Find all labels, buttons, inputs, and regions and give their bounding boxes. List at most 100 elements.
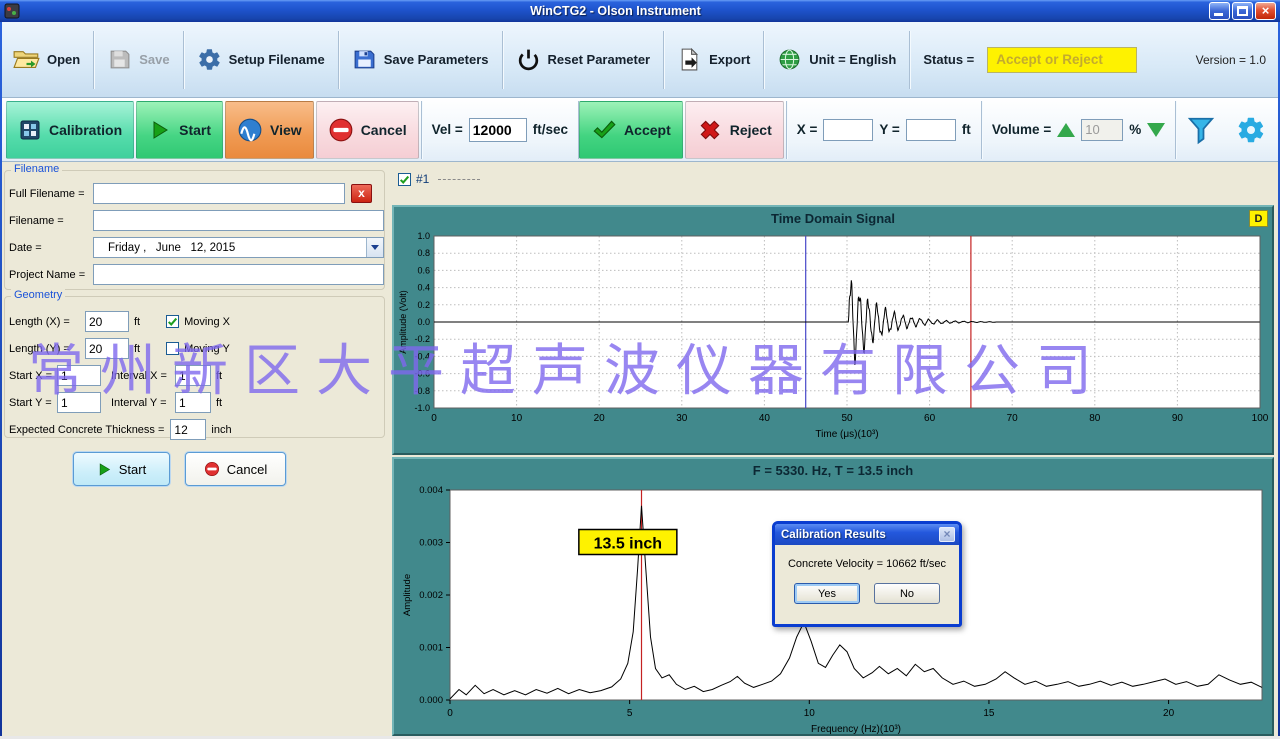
svg-text:70: 70 — [1007, 413, 1019, 424]
dialog-no-button[interactable]: No — [874, 583, 940, 604]
filter-button[interactable] — [1176, 115, 1226, 145]
project-name-input[interactable] — [93, 264, 384, 285]
setup-filename-button[interactable]: Setup Filename — [184, 22, 338, 97]
settings-gear-icon — [1236, 115, 1266, 145]
thickness-input[interactable] — [170, 419, 206, 440]
save-button[interactable]: Save — [94, 22, 182, 97]
waveform-icon — [237, 117, 263, 143]
svg-text:0.6: 0.6 — [417, 265, 430, 275]
app-icon — [4, 3, 20, 19]
dialog-message: Concrete Velocity = 10662 ft/sec — [775, 558, 959, 570]
svg-text:0.001: 0.001 — [419, 643, 443, 654]
velocity-input[interactable] — [469, 118, 527, 142]
close-button[interactable] — [1255, 2, 1276, 20]
channel-checkbox[interactable] — [398, 173, 411, 186]
date-combobox[interactable]: Friday , June 12, 2015 — [93, 237, 384, 258]
start-button-panel[interactable]: Start — [73, 452, 170, 486]
cancel-button[interactable]: Cancel — [316, 101, 419, 159]
volume-group: Volume = % — [982, 119, 1175, 141]
calibration-button[interactable]: Calibration — [6, 101, 134, 159]
check-icon — [167, 315, 178, 328]
full-filename-input[interactable] — [93, 183, 345, 204]
svg-text:10: 10 — [511, 413, 523, 424]
svg-text:10: 10 — [804, 708, 816, 719]
svg-text:Amplitude: Amplitude — [402, 574, 413, 616]
geometry-group: Geometry Length (X) = ft Moving X Length… — [4, 296, 385, 438]
moving-y-checkbox[interactable] — [166, 342, 179, 355]
svg-text:0.002: 0.002 — [419, 590, 443, 601]
volume-up-button[interactable] — [1057, 123, 1075, 137]
reset-parameter-button[interactable]: Reset Parameter — [503, 22, 664, 97]
start-y-input[interactable] — [57, 392, 101, 413]
status-label: Status = — [923, 52, 974, 67]
volume-down-button[interactable] — [1147, 123, 1165, 137]
panel-start-label: Start — [119, 462, 146, 477]
svg-text:50: 50 — [841, 413, 853, 424]
xy-unit: ft — [962, 122, 971, 137]
x-label: X = — [797, 122, 818, 137]
maximize-button[interactable] — [1232, 2, 1253, 20]
panel-cancel-label: Cancel — [227, 462, 267, 477]
start-x-input[interactable] — [57, 365, 101, 386]
save-parameters-button[interactable]: Save Parameters — [339, 22, 502, 97]
velocity-field-group: Vel = ft/sec — [422, 118, 578, 142]
x-input[interactable] — [823, 119, 873, 141]
cancel-button-panel[interactable]: Cancel — [185, 452, 286, 486]
svg-text:100: 100 — [1252, 413, 1269, 424]
accept-button[interactable]: Accept — [579, 101, 683, 159]
save-parameters-disk-icon — [352, 47, 377, 72]
combo-dropdown-button[interactable] — [366, 238, 383, 257]
y-input[interactable] — [906, 119, 956, 141]
svg-text:-0.6: -0.6 — [414, 369, 430, 379]
length-y-input[interactable] — [85, 338, 129, 359]
dialog-yes-button[interactable]: Yes — [794, 583, 860, 604]
moving-x-checkbox[interactable] — [166, 315, 179, 328]
export-document-icon — [677, 47, 702, 72]
funnel-icon — [1186, 115, 1216, 145]
open-folder-icon — [13, 46, 40, 73]
open-button[interactable]: Open — [0, 22, 93, 97]
interval-x-label: Interval X = — [111, 370, 175, 382]
svg-text:0.000: 0.000 — [419, 695, 443, 706]
export-label: Export — [709, 52, 750, 67]
time-domain-chart-title: Time Domain Signal — [394, 211, 1272, 226]
unit-button[interactable]: Unit = English — [764, 22, 909, 97]
reject-button[interactable]: Reject — [685, 101, 784, 159]
setup-filename-label: Setup Filename — [229, 52, 325, 67]
start-x-label: Start X = — [9, 370, 57, 382]
filename-input[interactable] — [93, 210, 384, 231]
calibration-label: Calibration — [49, 122, 122, 138]
interval-x-input[interactable] — [175, 365, 211, 386]
start-button[interactable]: Start — [136, 101, 223, 159]
svg-text:-0.8: -0.8 — [414, 386, 430, 396]
top-toolbar: Open Save Setup Filename Save Parameters — [0, 22, 1280, 98]
thickness-label: Expected Concrete Thickness = — [9, 424, 164, 436]
dialog-button-row: Yes No — [775, 583, 959, 604]
settings-button[interactable] — [1226, 115, 1276, 145]
window-title: WinCTG2 - Olson Instrument — [24, 4, 1207, 18]
channel-toggle[interactable]: #1 — [398, 172, 480, 186]
dialog-close-button[interactable] — [939, 527, 955, 542]
volume-input[interactable] — [1081, 119, 1123, 141]
filename-group-title: Filename — [11, 163, 62, 175]
status-group: Status = Accept or Reject — [910, 22, 1150, 97]
calibration-grid-icon — [18, 118, 42, 142]
svg-text:0.003: 0.003 — [419, 538, 443, 549]
no-entry-icon — [204, 461, 220, 477]
interval-y-input[interactable] — [175, 392, 211, 413]
svg-text:0: 0 — [447, 708, 453, 719]
svg-text:15: 15 — [983, 708, 995, 719]
d-button[interactable]: D — [1249, 210, 1268, 227]
project-name-label: Project Name = — [9, 269, 93, 281]
length-x-input[interactable] — [85, 311, 129, 332]
velocity-unit: ft/sec — [533, 122, 568, 137]
reset-parameter-label: Reset Parameter — [548, 52, 651, 67]
velocity-label: Vel = — [432, 122, 463, 137]
interval-y-label: Interval Y = — [111, 397, 175, 409]
length-y-label: Length (Y) = — [9, 343, 85, 355]
spectrum-chart-title: F = 5330. Hz, T = 13.5 inch — [394, 463, 1272, 478]
export-button[interactable]: Export — [664, 22, 763, 97]
clear-filename-button[interactable]: x — [351, 184, 372, 203]
minimize-button[interactable] — [1209, 2, 1230, 20]
view-button[interactable]: View — [225, 101, 314, 159]
